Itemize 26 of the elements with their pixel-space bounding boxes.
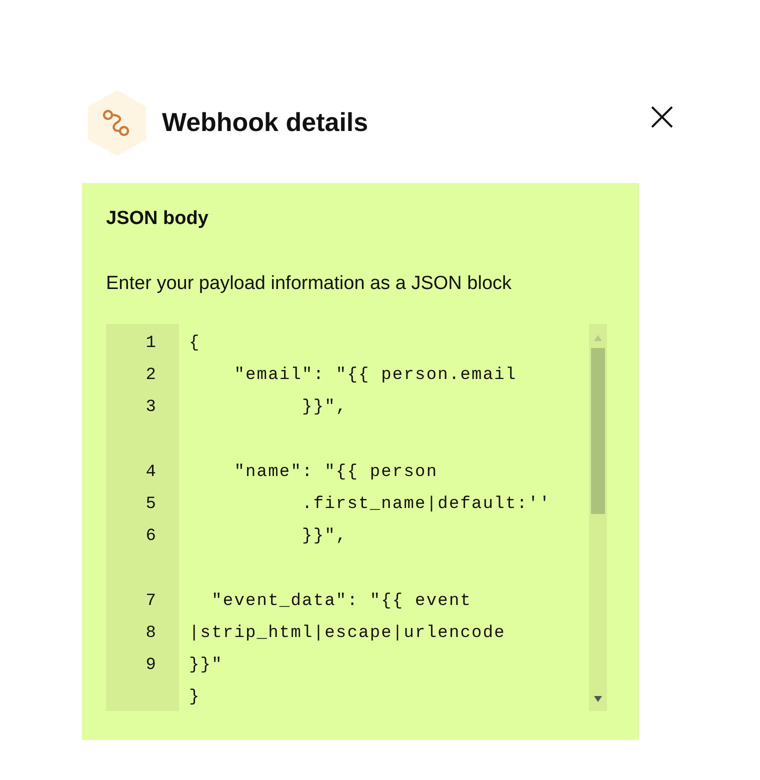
section-title: JSON body bbox=[106, 207, 210, 231]
section-description: Enter your payload information as a JSON block bbox=[106, 272, 513, 296]
code-line: "event_data": "{{ event bbox=[210, 592, 472, 610]
line-number: 6 bbox=[146, 527, 157, 546]
dialog-title: Webhook details bbox=[162, 106, 368, 138]
line-number: 9 bbox=[146, 656, 157, 675]
code-line: }}", bbox=[301, 527, 348, 546]
webhook-icon bbox=[88, 90, 146, 156]
line-number: 3 bbox=[146, 398, 157, 418]
line-number: 2 bbox=[146, 366, 157, 386]
code-line: "email": "{{ person.email bbox=[233, 366, 517, 386]
line-number: 1 bbox=[146, 334, 157, 353]
line-number: 5 bbox=[146, 494, 157, 514]
code-line: |strip_html|escape|urlencode bbox=[189, 624, 506, 643]
code-line: "name": "{{ person bbox=[233, 462, 438, 482]
code-line: } bbox=[189, 688, 200, 708]
line-number: 4 bbox=[146, 462, 157, 482]
close-button[interactable] bbox=[650, 104, 674, 128]
code-line: }}", bbox=[301, 398, 348, 418]
line-number: 8 bbox=[146, 624, 157, 643]
scrollbar[interactable] bbox=[589, 324, 607, 711]
line-number: 7 bbox=[146, 592, 157, 610]
code-line: .first_name|default:'' bbox=[301, 494, 551, 514]
code-editor[interactable]: 1 2 3 4 5 6 7 8 9 { "email": "{{ person.email }}", "name": "{{ person .first_name|default:'' }}", "event_data": "{{ event |strip_html|escape|urlencode }}" } bbox=[106, 324, 607, 711]
code-line: { bbox=[189, 334, 200, 353]
code-line: }}" bbox=[189, 656, 223, 675]
